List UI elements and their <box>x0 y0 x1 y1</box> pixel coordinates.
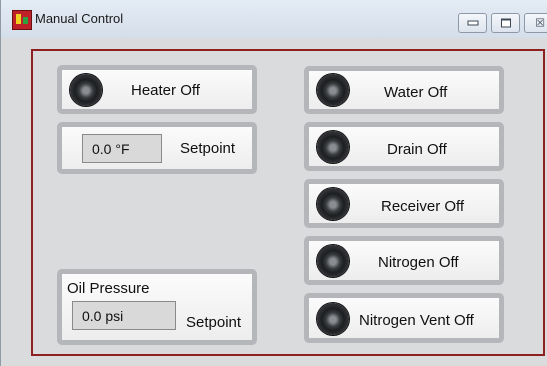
heater-toggle-label: Heater Off <box>131 82 200 99</box>
maximize-button[interactable] <box>491 13 520 33</box>
minimize-icon <box>467 20 478 26</box>
receiver-indicator-lamp-icon <box>317 188 349 220</box>
window-title: Manual Control <box>35 11 124 26</box>
drain-indicator-lamp-icon <box>317 131 349 163</box>
close-icon: ☒ <box>535 16 545 30</box>
heater-toggle-button[interactable]: Heater Off <box>57 65 257 114</box>
nitrogen-vent-toggle-label: Nitrogen Vent Off <box>359 312 474 329</box>
receiver-toggle-button[interactable]: Receiver Off <box>304 179 504 228</box>
oil-pressure-setpoint-label: Setpoint <box>186 314 242 331</box>
heater-setpoint-label: Setpoint <box>180 140 236 157</box>
nitrogen-indicator-lamp-icon <box>317 245 349 277</box>
receiver-toggle-label: Receiver Off <box>381 198 465 215</box>
water-toggle-label: Water Off <box>384 84 448 101</box>
maximize-icon <box>500 18 511 28</box>
drain-toggle-label: Drain Off <box>387 141 447 158</box>
oil-pressure-input[interactable]: 0.0 psi <box>72 301 176 330</box>
heater-setpoint-input[interactable]: 0.0 °F <box>82 134 162 163</box>
nitrogen-vent-toggle-button[interactable]: Nitrogen Vent Off <box>304 293 504 343</box>
minimize-button[interactable] <box>458 13 487 33</box>
nitrogen-vent-indicator-lamp-icon <box>317 303 349 335</box>
control-panel: Heater Off 0.0 °F Setpoint Oil Pressure … <box>31 49 545 356</box>
heater-setpoint-control: 0.0 °F Setpoint <box>57 122 257 174</box>
oil-pressure-control: Oil Pressure 0.0 psi Setpoint <box>57 269 257 345</box>
manual-control-window: Manual Control ☒ Heater Off 0.0 °F Setpo… <box>0 0 547 366</box>
client-area: Heater Off 0.0 °F Setpoint Oil Pressure … <box>1 38 547 366</box>
close-button[interactable]: ☒ <box>524 13 547 33</box>
drain-toggle-button[interactable]: Drain Off <box>304 122 504 171</box>
oil-pressure-title: Oil Pressure <box>67 280 150 297</box>
nitrogen-toggle-label: Nitrogen Off <box>378 254 459 271</box>
heater-indicator-lamp-icon <box>70 74 102 106</box>
water-toggle-button[interactable]: Water Off <box>304 66 504 114</box>
nitrogen-toggle-button[interactable]: Nitrogen Off <box>304 236 504 285</box>
water-indicator-lamp-icon <box>317 74 349 106</box>
title-bar: Manual Control ☒ <box>1 0 547 38</box>
app-icon <box>12 10 32 30</box>
